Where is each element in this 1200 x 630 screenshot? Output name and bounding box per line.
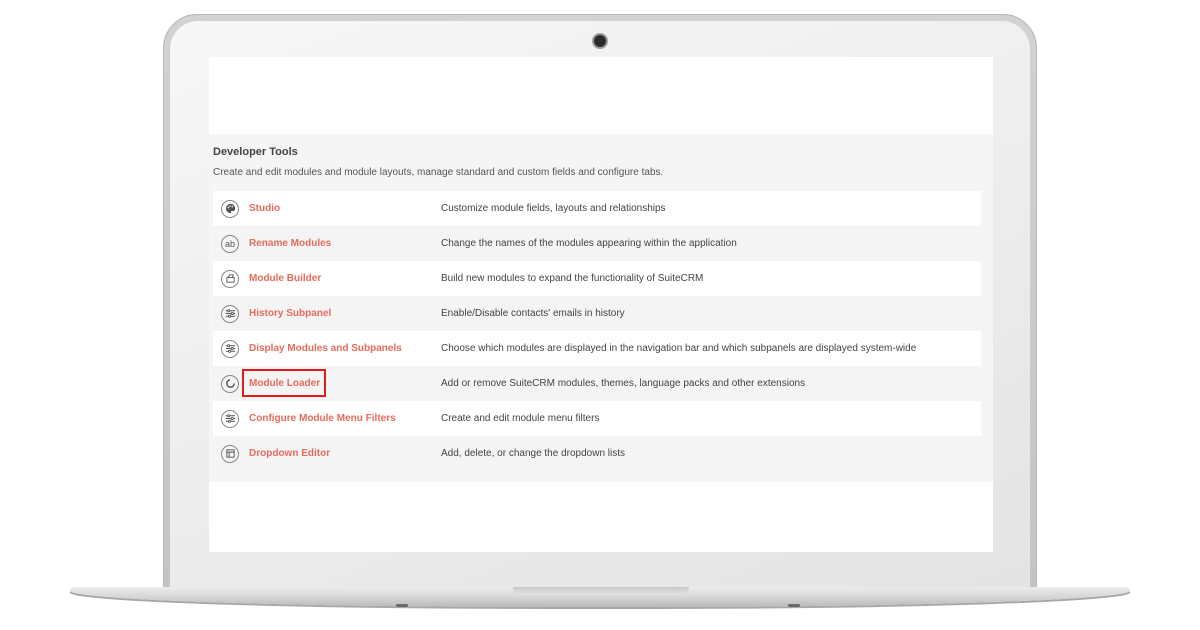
panel-title: Developer Tools	[213, 146, 298, 158]
sliders-icon	[221, 339, 239, 358]
blank-header-area	[209, 57, 993, 134]
loader-icon	[221, 374, 239, 393]
ab-text-icon: ab	[221, 234, 239, 253]
tool-row-display-modules: Display Modules and Subpanels Choose whi…	[213, 331, 981, 366]
sliders-icon	[221, 304, 239, 323]
module-builder-description: Build new modules to expand the function…	[441, 273, 704, 284]
display-modules-link[interactable]: Display Modules and Subpanels	[249, 343, 441, 354]
sliders-icon	[221, 409, 239, 428]
tool-row-module-loader: Module Loader Add or remove SuiteCRM mod…	[213, 366, 981, 401]
palette-icon	[221, 199, 239, 218]
configure-menu-filters-link[interactable]: Configure Module Menu Filters	[249, 413, 441, 424]
configure-menu-filters-description: Create and edit module menu filters	[441, 413, 600, 424]
display-modules-description: Choose which modules are displayed in th…	[441, 343, 917, 354]
dropdown-editor-link[interactable]: Dropdown Editor	[249, 448, 441, 459]
laptop-foot-left	[396, 604, 408, 607]
rename-modules-description: Change the names of the modules appearin…	[441, 238, 737, 249]
tools-list: Studio Customize module fields, layouts …	[213, 191, 981, 471]
developer-tools-panel: Developer Tools Create and edit modules …	[209, 134, 993, 482]
tool-row-configure-menu-filters: Configure Module Menu Filters Create and…	[213, 401, 981, 436]
studio-description: Customize module fields, layouts and rel…	[441, 203, 666, 214]
module-loader-link[interactable]: Module Loader	[242, 369, 441, 397]
studio-link[interactable]: Studio	[249, 203, 441, 214]
tool-row-history-subpanel: History Subpanel Enable/Disable contacts…	[213, 296, 981, 331]
dropdown-editor-description: Add, delete, or change the dropdown list…	[441, 448, 626, 459]
webcam	[594, 35, 606, 47]
rename-modules-link[interactable]: Rename Modules	[249, 238, 441, 249]
dropdown-list-icon	[221, 444, 239, 463]
module-loader-description: Add or remove SuiteCRM modules, themes, …	[441, 378, 806, 389]
history-subpanel-link[interactable]: History Subpanel	[249, 308, 441, 319]
panel-description: Create and edit modules and module layou…	[213, 167, 664, 178]
laptop-screen: Developer Tools Create and edit modules …	[209, 57, 993, 552]
history-subpanel-description: Enable/Disable contacts' emails in histo…	[441, 308, 625, 319]
tool-row-studio: Studio Customize module fields, layouts …	[213, 191, 981, 226]
tool-row-rename-modules: ab Rename Modules Change the names of th…	[213, 226, 981, 261]
tool-row-dropdown-editor: Dropdown Editor Add, delete, or change t…	[213, 436, 981, 471]
laptop-foot-right	[788, 604, 800, 607]
tool-row-module-builder: Module Builder Build new modules to expa…	[213, 261, 981, 296]
laptop-base-notch	[513, 587, 689, 595]
builder-icon	[221, 269, 239, 288]
module-builder-link[interactable]: Module Builder	[249, 273, 441, 284]
